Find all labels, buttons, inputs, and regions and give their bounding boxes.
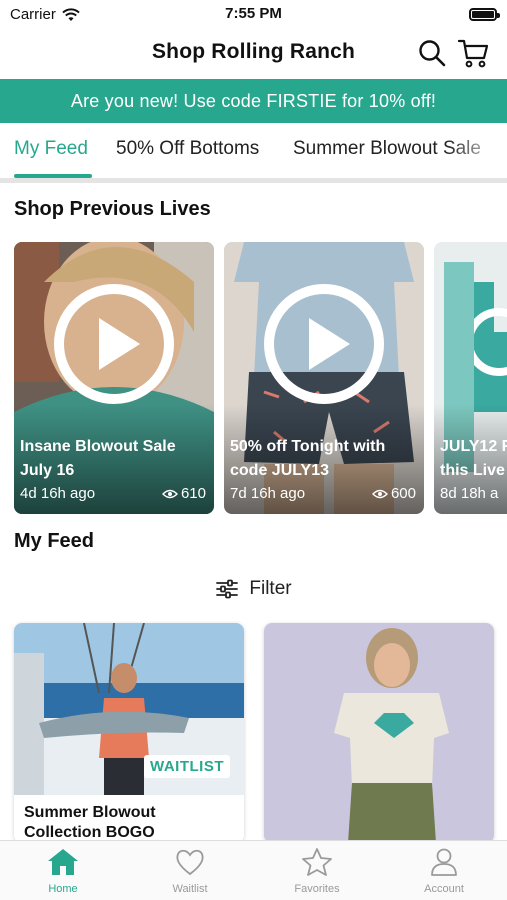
live-meta: 4d 16h ago 610	[20, 485, 206, 502]
live-ago: 4d 16h ago	[20, 485, 96, 502]
live-card[interactable]: Insane Blowout Sale July 16 4d 16h ago 6…	[14, 242, 214, 514]
tabbar-waitlist[interactable]: Waitlist	[150, 847, 230, 895]
live-title-line: this Live	[440, 462, 505, 479]
live-title: 50% off Tonight with code JULY13	[230, 435, 418, 483]
live-title-line: JULY12 F	[440, 438, 507, 455]
live-card[interactable]: 50% off Tonight with code JULY13 7d 16h …	[224, 242, 424, 514]
live-meta: 7d 16h ago 600	[230, 485, 416, 502]
eye-icon	[161, 489, 178, 498]
play-icon[interactable]	[262, 282, 386, 406]
product-card[interactable]	[264, 623, 494, 843]
tab-50-off-bottoms[interactable]: 50% Off Bottoms	[116, 138, 259, 160]
home-icon	[48, 849, 78, 875]
live-ago: 8d 18h a	[440, 485, 499, 502]
product-card[interactable]: WAITLIST Summer Blowout Collection BOGO	[14, 623, 244, 843]
view-count: 610	[161, 485, 206, 502]
cart-icon[interactable]	[457, 37, 489, 69]
section-title-feed: My Feed	[14, 530, 95, 552]
search-icon[interactable]	[417, 38, 447, 68]
live-meta: 8d 18h a	[440, 485, 507, 502]
section-title-lives: Shop Previous Lives	[14, 198, 211, 220]
live-title: Insane Blowout Sale July 16	[20, 435, 208, 483]
product-image	[264, 623, 494, 843]
heart-icon	[176, 849, 204, 876]
product-name: Summer Blowout Collection BOGO	[24, 803, 156, 843]
live-ago: 7d 16h ago	[230, 485, 306, 502]
sliders-icon	[216, 579, 239, 599]
live-title-line: July 16	[20, 462, 75, 479]
tabbar-label: Account	[424, 883, 464, 895]
live-title: JULY12 F this Live	[440, 435, 507, 483]
view-count-value: 600	[390, 485, 416, 502]
divider	[0, 178, 507, 183]
promo-banner[interactable]: Are you new! Use code FIRSTIE for 10% of…	[0, 79, 507, 123]
product-name-line: Summer Blowout	[24, 804, 156, 821]
tabbar-home[interactable]: Home	[23, 847, 103, 895]
live-title-line: code JULY13	[230, 462, 330, 479]
tab-my-feed[interactable]: My Feed	[14, 138, 88, 160]
tabbar-favorites[interactable]: Favorites	[277, 847, 357, 895]
tabbar-label: Favorites	[294, 883, 340, 895]
battery-icon	[469, 8, 500, 21]
nav-header: Shop Rolling Ranch	[0, 30, 507, 78]
eye-icon	[371, 489, 388, 498]
star-icon	[302, 848, 332, 876]
bottom-tab-bar: Home Waitlist Favorites Account	[0, 840, 507, 900]
view-count: 600	[371, 485, 416, 502]
filter-label: Filter	[249, 578, 292, 599]
live-title-line: 50% off Tonight with	[230, 438, 386, 455]
filter-button[interactable]: Filter	[0, 576, 507, 602]
tabbar-account[interactable]: Account	[404, 847, 484, 895]
tabbar-label: Waitlist	[172, 883, 208, 895]
category-tabs: My Feed 50% Off Bottoms Summer Blowout S…	[0, 123, 507, 179]
tabbar-label: Home	[48, 883, 78, 895]
lives-carousel[interactable]: Insane Blowout Sale July 16 4d 16h ago 6…	[14, 242, 507, 514]
status-bar: Carrier 7:55 PM	[0, 0, 507, 30]
live-card[interactable]: JULY12 F this Live 8d 18h a	[434, 242, 507, 514]
person-icon	[431, 848, 457, 876]
waitlist-badge: WAITLIST	[144, 755, 230, 778]
tabs-fade	[447, 123, 507, 179]
play-icon[interactable]	[52, 282, 176, 406]
live-title-line: Insane Blowout Sale	[20, 438, 176, 455]
status-time: 7:55 PM	[225, 5, 282, 22]
view-count-value: 610	[180, 485, 206, 502]
